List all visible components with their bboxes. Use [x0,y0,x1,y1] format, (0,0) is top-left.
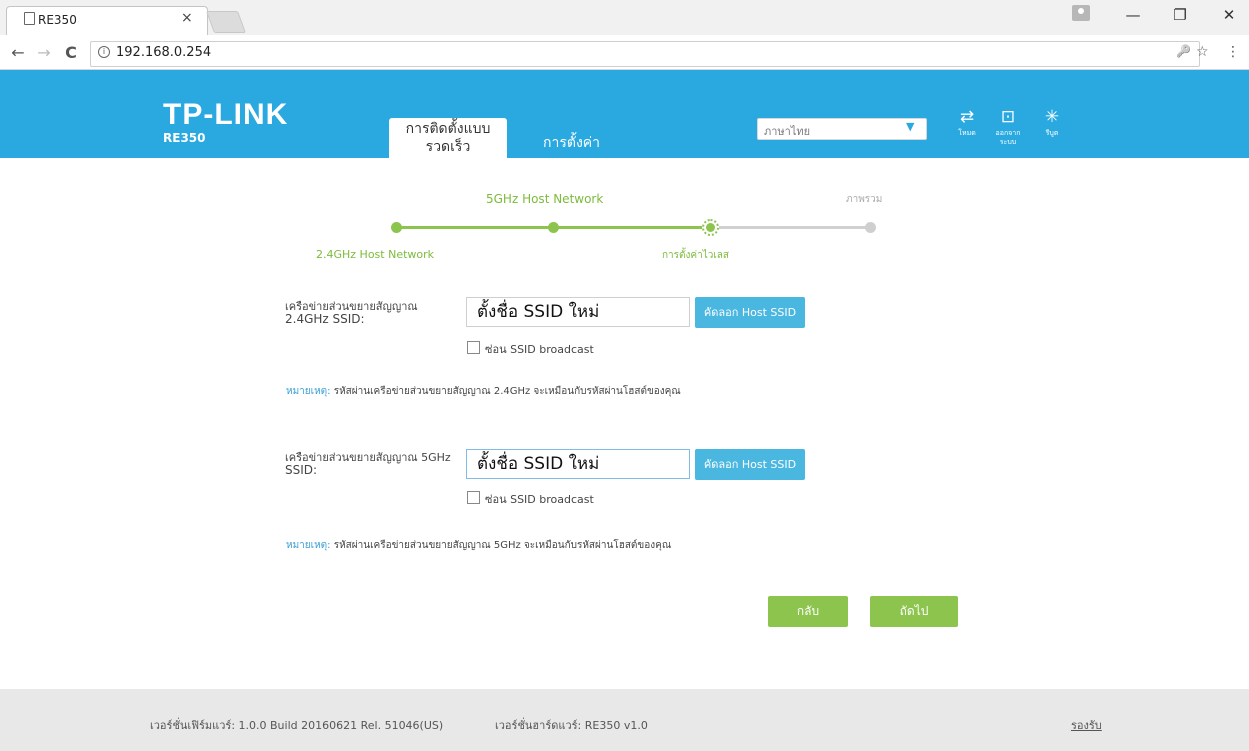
step-label-24ghz: 2.4GHz Host Network [316,248,435,261]
reload-icon[interactable]: C [61,43,81,62]
maximize-icon[interactable]: ❐ [1164,6,1196,24]
star-icon[interactable]: ☆ [1196,44,1209,60]
mode-button[interactable]: ⇄ โหมด [950,108,984,138]
tab-quick-setup-line2: รวดเร็ว [425,139,471,155]
ssid24-note: หมายเหตุ: รหัสผ่านเครือข่ายส่วนขยายสัญญา… [286,386,681,397]
url-text[interactable]: 192.168.0.254 [116,45,211,60]
key-icon[interactable]: 🔑 [1176,44,1191,58]
reboot-icon: ✳ [1044,107,1060,127]
forward-icon[interactable]: → [34,43,54,62]
progress-line-remaining [711,226,871,229]
reboot-label: รีบูต [1045,129,1059,137]
close-window-icon[interactable]: ✕ [1213,6,1245,24]
firmware-version: เวอร์ชั่นเฟิร์มแวร์: 1.0.0 Build 2016062… [150,719,444,732]
logo: TP-LINK [163,98,289,131]
back-icon[interactable]: ← [8,43,28,62]
language-value: ภาษาไทย [764,125,811,138]
step-dot-current-inner [706,223,715,232]
step-label-summary: ภาพรวม [846,194,883,205]
profile-avatar [1078,8,1084,14]
hardware-version: เวอร์ชั่นฮาร์ดแวร์: RE350 v1.0 [495,719,648,732]
support-link[interactable]: รองรับ [1071,716,1102,734]
hide-ssid24-checkbox[interactable] [467,341,480,354]
mode-label: โหมด [958,129,976,137]
ssid5-input[interactable]: ตั้งชื่อ SSID ใหม่ [466,449,690,479]
address-bar[interactable] [90,41,1200,67]
ssid24-input[interactable]: ตั้งชื่อ SSID ใหม่ [466,297,690,327]
step-dot-4 [865,222,876,233]
chevron-down-icon: ▼ [906,120,915,133]
tab-quick-setup-line1: การติดตั้งแบบ [405,121,491,137]
info-icon[interactable]: i [98,46,110,58]
logout-icon: ⊡ [1000,107,1016,127]
step-label-5ghz: 5GHz Host Network [486,192,604,206]
step-dot-1 [391,222,402,233]
ssid5-label: เครือข่ายส่วนขยายสัญญาณ 5GHz SSID: [285,451,451,477]
tab-title: RE350 [38,13,77,27]
step-label-wireless: การตั้งค่าไวเลส [662,250,730,261]
back-button[interactable]: กลับ [768,596,848,627]
tab-settings[interactable]: การตั้งค่า [543,132,600,154]
ssid5-note: หมายเหตุ: รหัสผ่านเครือข่ายส่วนขยายสัญญา… [286,540,672,551]
mode-icon: ⇄ [959,107,975,127]
logout-button[interactable]: ⊡ ออกจาก ระบบ [991,108,1025,147]
reboot-button[interactable]: ✳ รีบูต [1035,108,1069,138]
hide-ssid5-label: ซ่อน SSID broadcast [485,493,594,506]
tab-quick-setup[interactable]: การติดตั้งแบบ รวดเร็ว [389,118,507,158]
menu-icon[interactable]: ⋮ [1226,44,1240,60]
copy-host-ssid24-button[interactable]: คัดลอก Host SSID [695,297,805,328]
hide-ssid5-checkbox[interactable] [467,491,480,504]
step-dot-2 [548,222,559,233]
ssid24-label: เครือข่ายส่วนขยายสัญญาณ 2.4GHz SSID: [285,300,418,326]
page-icon [24,12,35,25]
next-button[interactable]: ถัดไป [870,596,958,627]
hide-ssid24-label: ซ่อน SSID broadcast [485,343,594,356]
logout-label: ออกจาก ระบบ [995,129,1021,146]
copy-host-ssid5-button[interactable]: คัดลอก Host SSID [695,449,805,480]
browser-tab[interactable] [6,6,208,36]
minimize-icon[interactable]: — [1117,6,1149,24]
model-name: RE350 [163,131,206,145]
tab-close-icon[interactable]: × [181,10,193,26]
